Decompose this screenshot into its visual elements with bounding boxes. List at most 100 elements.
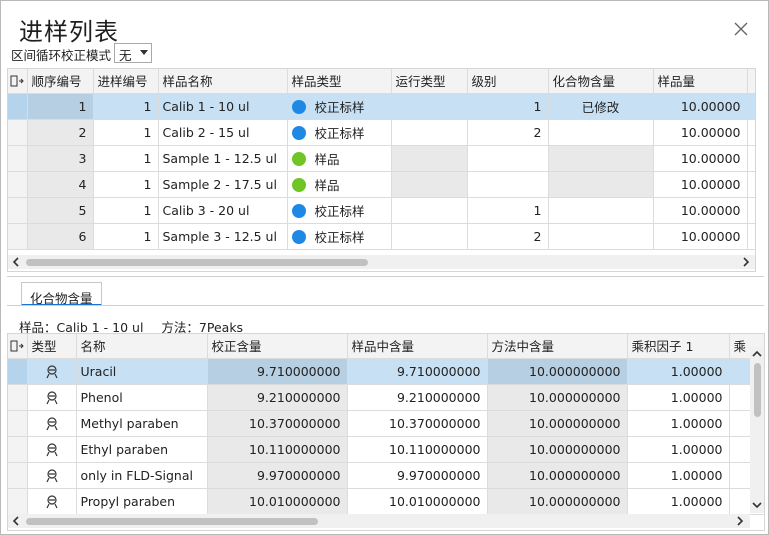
chevron-down-icon[interactable] [752,500,762,510]
table-row[interactable]: only in FLD-Signal 9.970000000 9.970000000… [8,462,764,489]
row-selector[interactable] [8,145,28,172]
cell-sample-content[interactable]: 9.710000000 [347,358,488,385]
row-selector[interactable] [8,223,28,250]
cell-run-type[interactable] [391,93,468,120]
cell-multiplier-1[interactable]: 1.00000 [627,358,730,385]
cell-level[interactable]: 1 [467,197,549,224]
column-chooser-cell[interactable] [8,69,28,94]
cell-compound-content[interactable] [548,119,654,146]
cell-multiplier-1[interactable]: 1.00000 [627,462,730,489]
cell-multiplier-1[interactable]: 1.00000 [627,384,730,411]
cell-sample-name[interactable]: Sample 1 - 12.5 ul [158,145,288,172]
sequence-horizontal-scrollbar[interactable] [8,255,755,269]
cell-level[interactable]: 2 [467,223,549,250]
compound-vertical-scrollbar[interactable] [750,347,764,513]
col-injection[interactable]: 进样编号 [93,69,159,94]
col-sample-name[interactable]: 样品名称 [158,69,288,94]
col-run-type[interactable]: 运行类型 [391,69,468,94]
cell-sample-content[interactable]: 9.970000000 [347,462,488,489]
cell-name[interactable]: Methyl paraben [76,410,208,437]
cell-sample-type[interactable]: 校正标样 [287,197,392,224]
table-row[interactable]: Propyl paraben 10.010000000 10.010000000 10… [8,488,764,515]
col-sample-content[interactable]: 样品中含量 [347,334,488,359]
close-icon[interactable] [733,21,749,37]
table-row[interactable]: 3 1 Sample 1 - 12.5 ul 样品 10.00000 [8,145,755,172]
row-selector[interactable] [8,384,28,411]
calibration-mode-select[interactable]: 无 [114,43,152,63]
row-selector[interactable] [8,197,28,224]
cell-sample-content[interactable]: 10.110000000 [347,436,488,463]
compound-horizontal-scrollbar[interactable] [8,514,750,528]
cell-sample-amount[interactable]: 10.00000 [653,223,748,250]
cell-sample-name[interactable]: Sample 3 - 12.5 ul [158,223,288,250]
cell-compound-content[interactable] [548,197,654,224]
cell-injection[interactable]: 1 [93,145,159,172]
cell-injection[interactable]: 1 [93,93,159,120]
cell-injection[interactable]: 1 [93,119,159,146]
cell-level[interactable]: 1 [467,93,549,120]
cell-name[interactable]: Ethyl paraben [76,436,208,463]
cell-sample-amount[interactable]: 10.00000 [653,119,748,146]
table-row[interactable]: 4 1 Sample 2 - 17.5 ul 样品 10.00000 [8,171,755,198]
col-compound-content[interactable]: 化合物含量 [548,69,654,94]
cell-multiplier-1[interactable]: 1.00000 [627,436,730,463]
col-type[interactable]: 类型 [27,334,77,359]
cell-sample-amount[interactable]: 10.00000 [653,93,748,120]
table-row[interactable]: Methyl paraben 10.370000000 10.370000000 10… [8,410,764,437]
col-order[interactable]: 顺序编号 [27,69,94,94]
scrollbar-thumb[interactable] [26,518,318,525]
cell-sample-amount[interactable]: 10.00000 [653,171,748,198]
row-selector[interactable] [8,410,28,437]
row-selector[interactable] [8,358,28,385]
cell-sample-type[interactable]: 校正标样 [287,93,392,120]
cell-injection[interactable]: 1 [93,171,159,198]
cell-compound-content[interactable] [548,223,654,250]
cell-run-type[interactable] [391,223,468,250]
cell-injection[interactable]: 1 [93,223,159,250]
cell-sample-type[interactable]: 样品 [287,145,392,172]
cell-level[interactable] [467,145,549,172]
col-name[interactable]: 名称 [76,334,208,359]
cell-level[interactable] [467,171,549,198]
col-level[interactable]: 级别 [467,69,549,94]
row-selector[interactable] [8,119,28,146]
column-chooser-cell[interactable] [8,334,28,359]
cell-sample-type[interactable]: 样品 [287,171,392,198]
scrollbar-thumb[interactable] [26,259,368,266]
row-selector[interactable] [8,488,28,515]
row-selector[interactable] [8,171,28,198]
table-row[interactable]: 6 1 Sample 3 - 12.5 ul 校正标样 2 10.00000 [8,223,755,250]
cell-run-type[interactable] [391,197,468,224]
chevron-left-icon[interactable] [11,257,21,267]
table-row[interactable]: Ethyl paraben 10.110000000 10.110000000 10.… [8,436,764,463]
col-sample-amount[interactable]: 样品量 [653,69,748,94]
table-row[interactable]: 1 1 Calib 1 - 10 ul 校正标样 1 已修改 10.00000 [8,93,755,120]
col-multiplier-1[interactable]: 乘积因子 1 [627,334,730,359]
cell-injection[interactable]: 1 [93,197,159,224]
cell-sample-name[interactable]: Calib 2 - 15 ul [158,119,288,146]
col-sample-type[interactable]: 样品类型 [287,69,392,94]
col-calibration-content[interactable]: 校正含量 [207,334,348,359]
table-row[interactable]: Uracil 9.710000000 9.710000000 10.000000000… [8,358,764,385]
cell-run-type[interactable] [391,119,468,146]
row-selector[interactable] [8,436,28,463]
chevron-right-icon[interactable] [735,516,745,526]
table-row[interactable]: 5 1 Calib 3 - 20 ul 校正标样 1 10.00000 [8,197,755,224]
tab-compound-content[interactable]: 化合物含量 [21,282,102,306]
cell-sample-amount[interactable]: 10.00000 [653,145,748,172]
cell-sample-content[interactable]: 9.210000000 [347,384,488,411]
cell-multiplier-1[interactable]: 1.00000 [627,488,730,515]
cell-multiplier-1[interactable]: 1.00000 [627,410,730,437]
cell-sample-type[interactable]: 校正标样 [287,119,392,146]
cell-sample-content[interactable]: 10.370000000 [347,410,488,437]
cell-name[interactable]: Phenol [76,384,208,411]
cell-sample-type[interactable]: 校正标样 [287,223,392,250]
scrollbar-thumb[interactable] [754,363,761,417]
table-row[interactable]: 2 1 Calib 2 - 15 ul 校正标样 2 10.00000 [8,119,755,146]
col-method-content[interactable]: 方法中含量 [487,334,628,359]
row-selector[interactable] [8,462,28,489]
cell-name[interactable]: only in FLD-Signal [76,462,208,489]
cell-name[interactable]: Propyl paraben [76,488,208,515]
chevron-left-icon[interactable] [11,516,21,526]
cell-sample-name[interactable]: Calib 1 - 10 ul [158,93,288,120]
